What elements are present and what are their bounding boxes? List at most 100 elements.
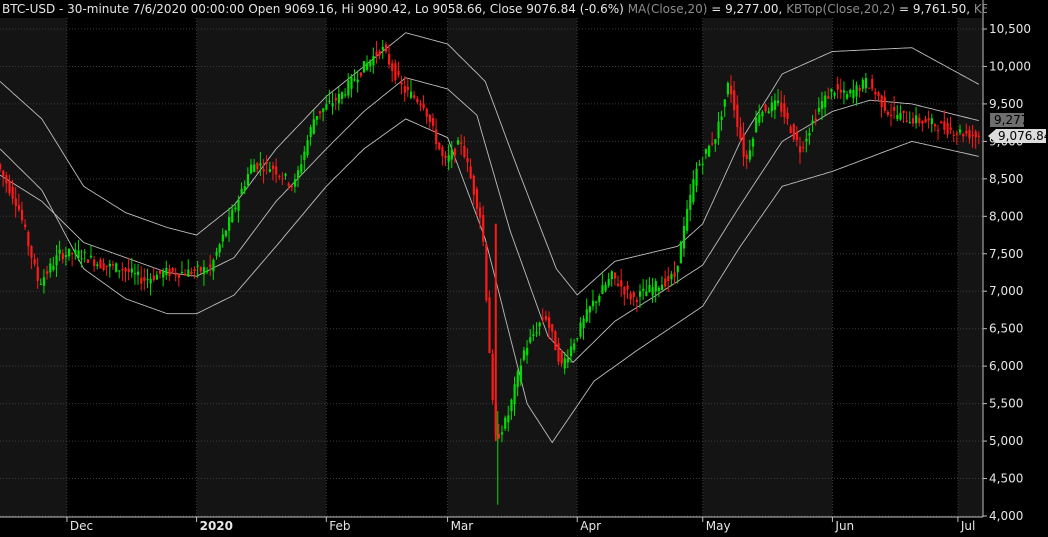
candle-body [739, 126, 742, 140]
candle-body [974, 131, 977, 138]
x-tick-label: Dec [70, 519, 93, 533]
candle-body [573, 343, 576, 350]
candle-body [940, 121, 943, 124]
candle-body [657, 287, 661, 292]
candle-body [278, 175, 281, 177]
candle-body [814, 118, 817, 121]
candle-body [667, 275, 670, 282]
candle-body [654, 281, 657, 292]
candle-body [538, 322, 541, 327]
candle-body [268, 169, 272, 172]
candle-body [472, 175, 475, 195]
candle-body [516, 371, 519, 388]
candle-body [105, 265, 108, 267]
candle-body [425, 108, 428, 117]
candle-body [46, 271, 49, 274]
candle-body [193, 268, 196, 272]
candle-body [409, 91, 413, 98]
candle-body [648, 284, 651, 292]
candle-body [187, 269, 190, 277]
candle-body [488, 297, 491, 354]
candle-body [206, 270, 209, 273]
candle-body [118, 270, 121, 272]
candle-body [5, 175, 8, 184]
candle-body [293, 179, 297, 187]
candle-body [344, 94, 347, 96]
candle-body [632, 292, 635, 297]
month-shade [957, 18, 983, 517]
candle-body [610, 271, 613, 280]
candle-body [124, 268, 127, 272]
candle-body [243, 186, 246, 191]
candle-body [767, 111, 770, 114]
candle-body [673, 272, 676, 278]
month-shade [196, 18, 327, 517]
candle-body [532, 334, 535, 336]
candle-body [507, 415, 510, 423]
candle-body [115, 263, 118, 272]
candle-body [39, 283, 42, 285]
month-shade [447, 18, 578, 517]
candle-body [20, 209, 24, 221]
candle-body [591, 300, 595, 307]
candle-body [61, 253, 64, 260]
candle-body [745, 154, 748, 160]
candle-body [541, 318, 544, 320]
candle-body [899, 112, 902, 120]
candle-body [403, 86, 406, 93]
candle-body [71, 252, 74, 255]
candle-body [946, 123, 949, 135]
candle-body [168, 268, 171, 277]
candle-body [504, 417, 507, 429]
candle-body [607, 278, 610, 286]
candle-body [180, 271, 184, 273]
candle-body [111, 264, 115, 266]
candle-body [14, 198, 17, 207]
price-tags: 9,277 9,076.84 [988, 113, 1048, 143]
x-tick-label: May [706, 519, 731, 533]
candle-body [576, 338, 579, 340]
candle-body [366, 62, 369, 70]
candle-body [359, 72, 362, 76]
candle-body [911, 118, 915, 124]
candle-body [764, 104, 767, 112]
candle-body [789, 126, 792, 134]
x-tick-label: Mar [451, 519, 474, 533]
candle-body [369, 60, 372, 67]
y-tick-label: 7,500 [989, 247, 1023, 261]
candle-body [943, 121, 946, 130]
candle-body [406, 86, 410, 90]
candle-body [569, 346, 573, 357]
candle-body [165, 267, 168, 276]
candle-body [965, 131, 968, 134]
candle-body [529, 337, 532, 343]
candle-body [786, 112, 789, 119]
price-chart[interactable]: 4,000 4,500 5,000 5,500 6,000 6,500 7,000 7,500… [0, 0, 1048, 537]
candle-body [340, 92, 344, 99]
candle-body [638, 291, 642, 297]
candle-body [977, 135, 981, 137]
candle-body [312, 119, 315, 134]
candle-body [962, 134, 965, 137]
candle-body [522, 350, 526, 360]
candle-body [27, 232, 30, 247]
candle-body [309, 127, 312, 137]
candle-body [318, 111, 322, 114]
candle-body [777, 100, 780, 104]
candle-body [958, 129, 962, 133]
candle-body [805, 138, 808, 142]
candle-body [362, 61, 366, 73]
x-tick-label: 2020 [200, 519, 233, 533]
candle-body [300, 164, 303, 173]
candle-body [664, 278, 667, 287]
candle-body [830, 88, 833, 92]
candle-body [30, 246, 33, 258]
candle-body [937, 129, 940, 131]
candle-body [265, 162, 268, 164]
candle-body [886, 111, 890, 115]
candle-body [237, 199, 240, 211]
candle-body [102, 263, 105, 271]
candle-body [617, 283, 620, 286]
candle-body [457, 140, 460, 145]
y-tick-label: 6,500 [989, 322, 1023, 336]
